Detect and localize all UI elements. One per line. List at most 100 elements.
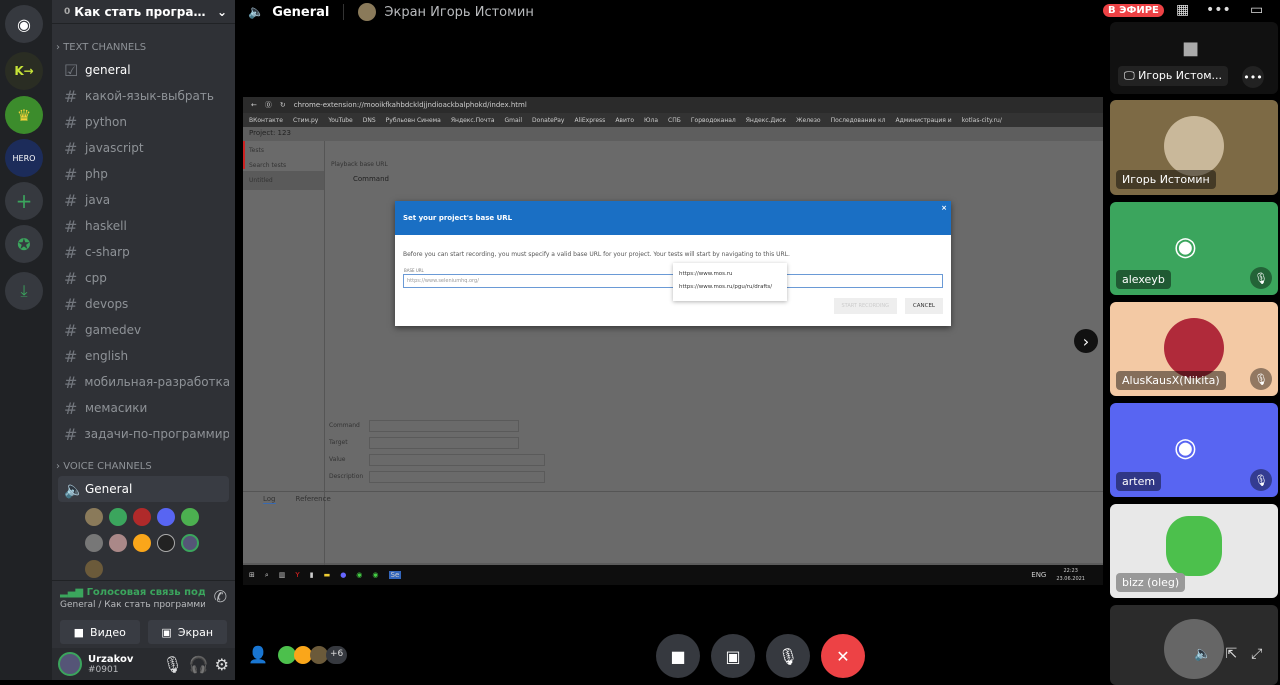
avatar[interactable] (85, 534, 103, 552)
tab-reference[interactable]: Reference (296, 495, 331, 504)
bookmark-item[interactable]: DNS (363, 117, 376, 124)
avatar[interactable] (157, 534, 175, 552)
test-item[interactable]: Untitled (243, 171, 324, 190)
channel-item[interactable]: # cpp (58, 265, 229, 291)
start-recording-button[interactable]: START RECORDING (833, 298, 897, 314)
screen-share-toggle-button[interactable]: ▣ (711, 634, 755, 678)
avatar[interactable] (181, 534, 199, 552)
disconnect-icon[interactable]: ✆ (214, 587, 227, 610)
bookmark-item[interactable]: ВКонтакте (249, 117, 283, 124)
popout-icon[interactable]: ▭ (1250, 2, 1263, 18)
bookmark-item[interactable]: Авито (615, 117, 634, 124)
playback-url-input[interactable]: Playback base URL (331, 161, 388, 168)
invite-icon[interactable]: 👤 (248, 645, 268, 664)
headphones-icon[interactable]: 🎧 (189, 655, 209, 674)
grid-layout-icon[interactable]: ▦ (1176, 2, 1189, 18)
tests-dropdown[interactable]: Tests (243, 141, 324, 160)
bookmark-item[interactable]: Горводоканал (691, 117, 736, 124)
bookmark-item[interactable]: СПБ (668, 117, 681, 124)
fullscreen-icon[interactable]: ⤢ (1251, 646, 1262, 662)
server-icon[interactable]: K→ (5, 52, 43, 90)
bookmark-item[interactable]: Яндекс.Диск (746, 117, 786, 124)
more-icon[interactable]: ••• (1242, 66, 1264, 88)
field-input[interactable] (369, 453, 545, 466)
participant-tile-screen[interactable]: ■ 🖵 Игорь Истом... ••• (1110, 22, 1278, 94)
bookmark-item[interactable]: DonatePay (532, 117, 564, 124)
suggestion-item[interactable]: https://www.mos.ru/pgu/ru/drafts/ (679, 281, 781, 294)
avatar[interactable] (85, 508, 103, 526)
participant-tile[interactable]: bizz (oleg) (1110, 504, 1278, 598)
participant-tile[interactable]: ◉ alexeyb 🎙 (1110, 202, 1278, 295)
bookmark-item[interactable]: Железо (796, 117, 821, 124)
participant-tile[interactable]: ◉ artem 🎙 (1110, 403, 1278, 497)
channel-item[interactable]: # devops (58, 291, 229, 317)
more-participants[interactable]: +6 (278, 646, 348, 664)
language-indicator[interactable]: ENG (1031, 571, 1046, 579)
bookmark-item[interactable]: Рубльовн Синема (386, 117, 441, 124)
next-arrow-icon[interactable]: › (1074, 329, 1098, 353)
channel-item[interactable]: # c-sharp (58, 239, 229, 265)
bookmark-item[interactable]: Последование кл (831, 117, 886, 124)
voice-location[interactable]: General / Как стать программис... (60, 600, 205, 610)
text-channels-category[interactable]: › TEXT CHANNELS (52, 24, 235, 57)
volume-icon[interactable]: 🔈 (1194, 646, 1211, 662)
voice-channels-category[interactable]: › VOICE CHANNELS (52, 447, 235, 476)
server-hero-icon[interactable]: HERO (5, 139, 43, 177)
explore-icon[interactable]: ✪ (5, 225, 43, 263)
avatar[interactable] (109, 508, 127, 526)
channel-item[interactable]: # javascript (58, 135, 229, 161)
close-icon[interactable]: × (941, 204, 947, 212)
microphone-icon[interactable]: 🎙 (162, 655, 182, 674)
bookmark-item[interactable]: kotlas-city.ru/ (962, 117, 1002, 124)
channel-item[interactable]: # мобильная-разработка (58, 369, 229, 395)
video-button[interactable]: ■ Видео (60, 620, 140, 644)
avatar[interactable] (85, 560, 103, 578)
camera-toggle-button[interactable]: ■ (656, 634, 700, 678)
participant-tile[interactable]: Игорь Истомин (1110, 100, 1278, 195)
add-server-icon[interactable]: + (5, 182, 43, 220)
screen-share-button[interactable]: ▣ Экран (147, 620, 227, 644)
channel-item[interactable]: # english (58, 343, 229, 369)
disconnect-button[interactable]: ✕ (821, 634, 865, 678)
channel-item[interactable]: # задачи-по-программир... (58, 421, 229, 447)
user-avatar[interactable] (58, 652, 82, 676)
bookmark-item[interactable]: AliExpress (574, 117, 605, 124)
address-bar[interactable]: chrome-extension://mooikfkahbdckldjjndio… (294, 101, 527, 109)
bookmark-item[interactable]: Яндекс.Почта (451, 117, 495, 124)
discord-home-icon[interactable]: ◉ (5, 5, 43, 43)
server-crown-icon[interactable]: ♛ (5, 96, 43, 134)
bookmark-item[interactable]: Стим.ру (293, 117, 318, 124)
channel-general[interactable]: ☑ general (58, 57, 229, 83)
channel-item[interactable]: # мемасики (58, 395, 229, 421)
clock[interactable]: 22:23 23.06.2021 (1056, 567, 1103, 583)
search-tests-input[interactable]: Search tests (243, 160, 324, 171)
cancel-button[interactable]: CANCEL (904, 298, 943, 314)
microphone-toggle-button[interactable]: 🎙 (766, 634, 810, 678)
avatar[interactable] (133, 534, 151, 552)
channel-item[interactable]: # haskell (58, 213, 229, 239)
popout-icon[interactable]: ⇱ (1225, 646, 1237, 662)
avatar[interactable] (133, 508, 151, 526)
download-icon[interactable]: ⤓ (5, 272, 43, 310)
avatar[interactable] (109, 534, 127, 552)
channel-item[interactable]: # какой-язык-выбрать (58, 83, 229, 109)
participant-tile[interactable]: AlusKausX(Nikita) 🎙 (1110, 302, 1278, 396)
screen-share-stream[interactable]: ← ⓪ ↻ chrome-extension://mooikfkahbdckldjjn… (243, 97, 1103, 585)
participant-tile[interactable] (1110, 605, 1278, 685)
server-header[interactable]: 0 Как стать программ... ⌄ (52, 0, 235, 24)
channel-item[interactable]: # python (58, 109, 229, 135)
avatar[interactable] (157, 508, 175, 526)
bookmark-item[interactable]: Юла (644, 117, 658, 124)
more-icon[interactable]: ••• (1206, 2, 1231, 18)
bookmark-item[interactable]: Gmail (505, 117, 523, 124)
suggestion-item[interactable]: https://www.mos.ru (679, 268, 781, 281)
search-icon[interactable]: ⌕ (265, 571, 269, 580)
windows-start-icon[interactable]: ⊞ (249, 571, 255, 579)
field-input[interactable] (369, 470, 545, 483)
channel-item[interactable]: # java (58, 187, 229, 213)
channel-item[interactable]: # php (58, 161, 229, 187)
field-input[interactable] (369, 419, 519, 432)
bookmark-item[interactable]: YouTube (328, 117, 352, 124)
bookmark-item[interactable]: Администрация и (896, 117, 952, 124)
tab-log[interactable]: Log (263, 495, 276, 504)
